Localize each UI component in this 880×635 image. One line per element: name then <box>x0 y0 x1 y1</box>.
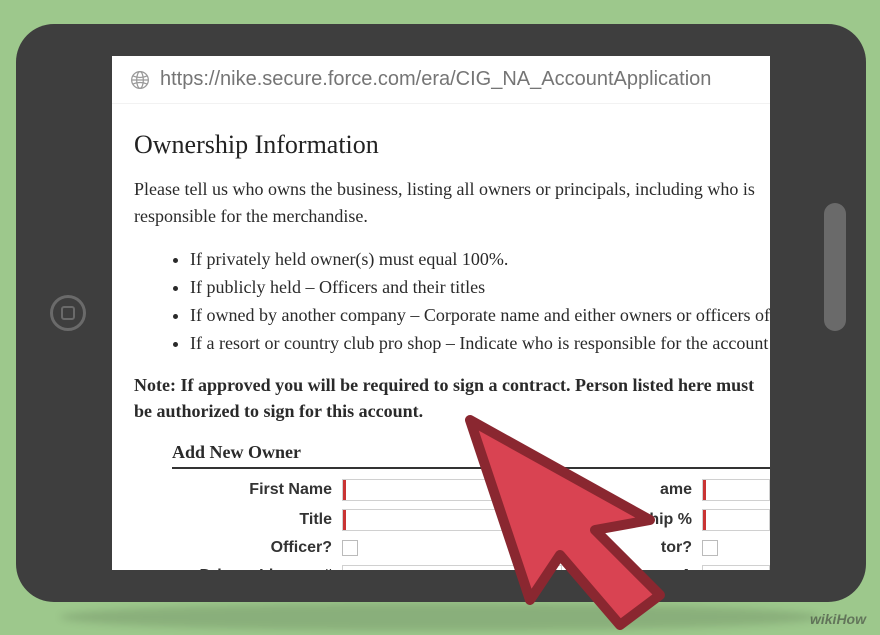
right-input[interactable] <box>702 565 770 570</box>
url-bar[interactable]: https://nike.secure.force.com/era/CIG_NA… <box>112 56 770 104</box>
page-content: Ownership Information Please tell us who… <box>112 104 770 570</box>
note-paragraph: Note: If approved you will be required t… <box>134 372 770 424</box>
right-label-fragment: A <box>572 567 692 570</box>
owner-form-section: Add New Owner First Name ame Title ershi… <box>134 442 770 570</box>
form-grid: First Name ame Title ership % Officer? t… <box>172 479 770 570</box>
title-input[interactable] <box>342 509 562 531</box>
officer-checkbox-cell <box>342 540 562 556</box>
last-name-input[interactable] <box>702 479 770 501</box>
drivers-license-input[interactable] <box>342 565 562 570</box>
list-item: If privately held owner(s) must equal 10… <box>190 246 770 274</box>
form-heading: Add New Owner <box>172 442 770 469</box>
ownership-bullets: If privately held owner(s) must equal 10… <box>134 246 770 358</box>
list-item: If owned by another company – Corporate … <box>190 302 770 330</box>
first-name-label: First Name <box>172 481 332 499</box>
url-text: https://nike.secure.force.com/era/CIG_NA… <box>160 68 711 91</box>
list-item: If publicly held – Officers and their ti… <box>190 274 770 302</box>
officer-label: Officer? <box>172 539 332 557</box>
tor-checkbox-cell <box>702 540 770 556</box>
screen: https://nike.secure.force.com/era/CIG_NA… <box>112 56 770 570</box>
drivers-license-label: Drivers License # <box>172 567 332 570</box>
tor-label-fragment: tor? <box>572 539 692 557</box>
ownership-input[interactable] <box>702 509 770 531</box>
side-button[interactable] <box>824 203 846 331</box>
page-title: Ownership Information <box>134 130 770 160</box>
globe-icon <box>130 70 150 90</box>
ownership-label-fragment: ership % <box>572 511 692 529</box>
home-button-icon <box>61 306 75 320</box>
watermark: wikiHow <box>810 611 866 627</box>
title-label: Title <box>172 511 332 529</box>
tablet-shadow <box>60 603 820 631</box>
officer-checkbox[interactable] <box>342 540 358 556</box>
tor-checkbox[interactable] <box>702 540 718 556</box>
intro-paragraph: Please tell us who owns the business, li… <box>134 176 770 230</box>
last-name-label-fragment: ame <box>572 481 692 499</box>
tablet-frame: https://nike.secure.force.com/era/CIG_NA… <box>16 24 866 602</box>
home-button[interactable] <box>50 295 86 331</box>
first-name-input[interactable] <box>342 479 562 501</box>
list-item: If a resort or country club pro shop – I… <box>190 330 770 358</box>
